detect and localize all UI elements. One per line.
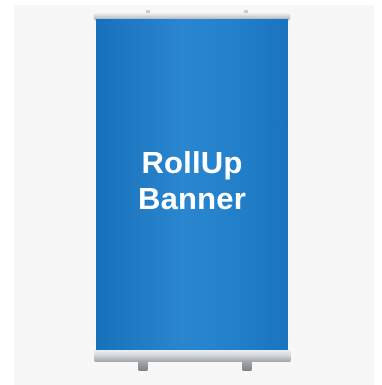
banner-base-cassette xyxy=(94,350,291,362)
banner-text-line-2: Banner xyxy=(137,181,246,216)
stand-foot-left xyxy=(138,362,148,371)
stand-foot-right xyxy=(242,362,252,371)
banner-text: RollUp Banner xyxy=(96,145,288,217)
banner-text-line-1: RollUp xyxy=(141,145,243,180)
product-photo: RollUp Banner xyxy=(0,0,382,385)
rollup-banner-graphic: RollUp Banner xyxy=(96,19,288,350)
